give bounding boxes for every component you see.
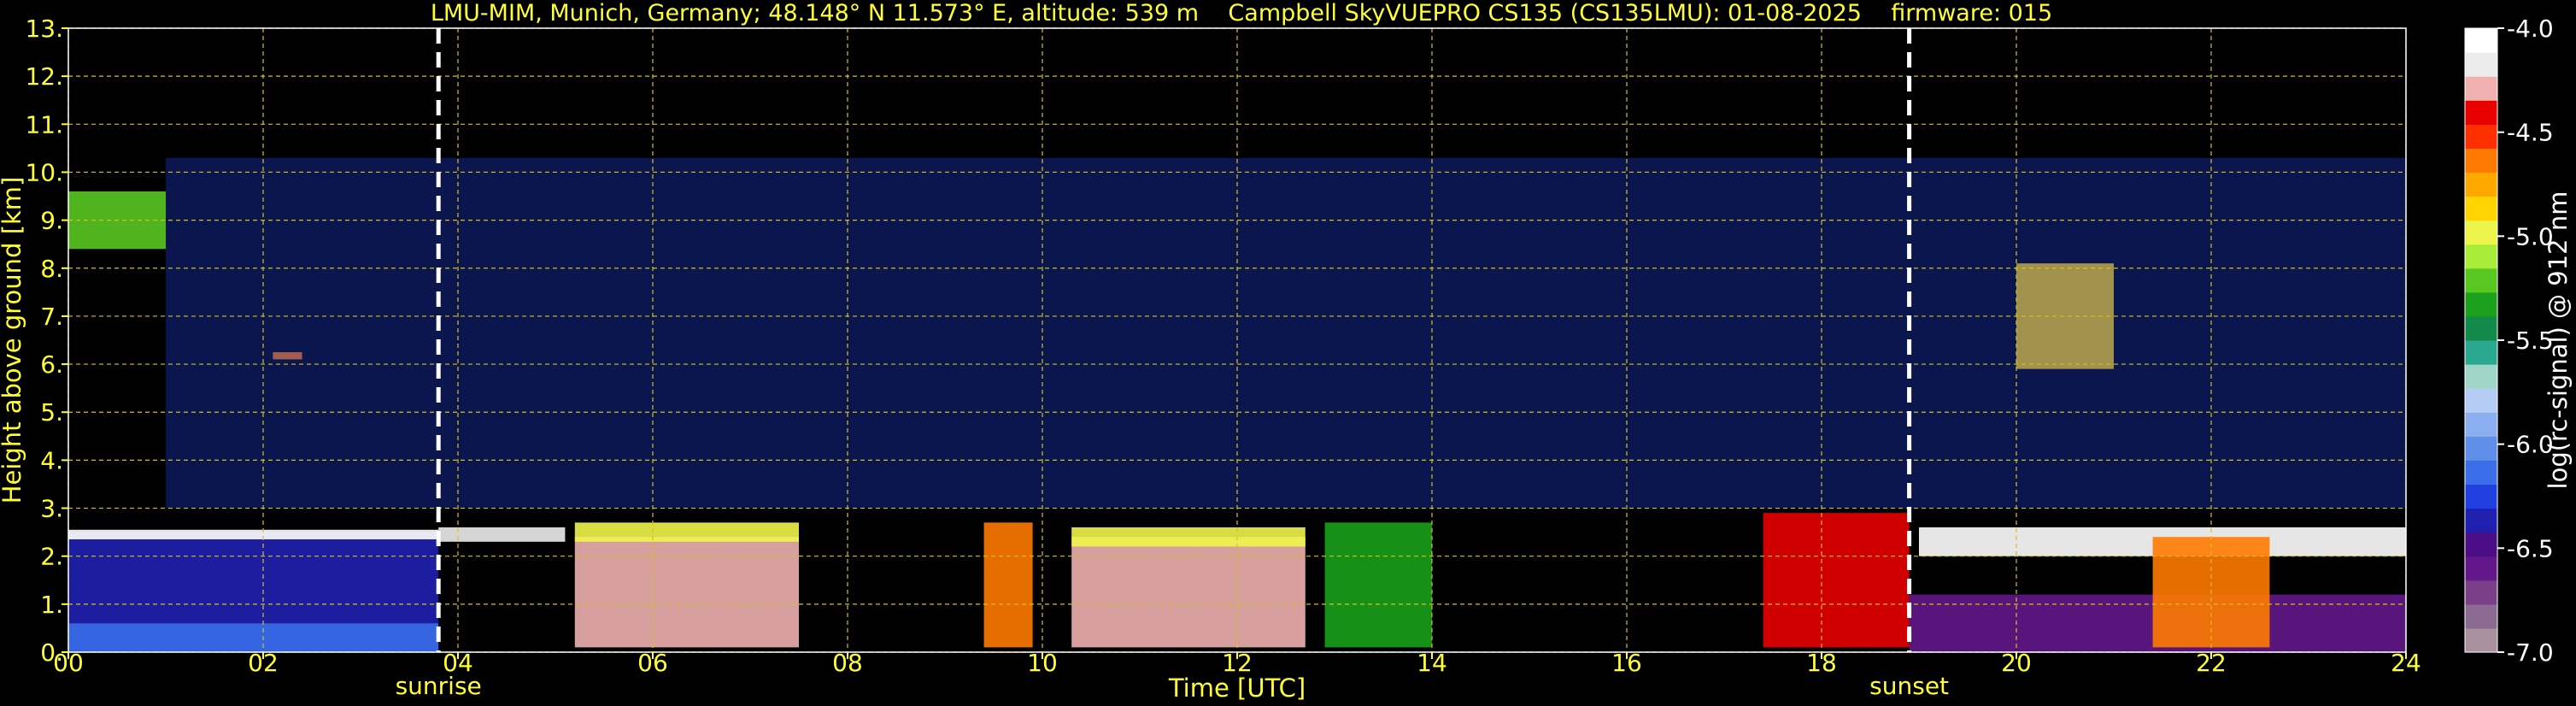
- colorbar-swatches: [2465, 28, 2497, 653]
- colorbar-swatch: [2465, 627, 2497, 653]
- x-tick-label: 08: [832, 649, 863, 677]
- backscatter-layer: [1763, 513, 1910, 648]
- colorbar-swatch: [2465, 315, 2497, 341]
- backscatter-layer: [1324, 522, 1432, 648]
- colorbar-swatch: [2465, 340, 2497, 365]
- y-tick-label: 1.: [40, 591, 63, 619]
- backscatter-layer: [68, 623, 439, 652]
- colorbar-tick-label: -6.5: [2507, 534, 2554, 562]
- x-tick-label: 24: [2391, 649, 2421, 677]
- colorbar-swatch: [2465, 100, 2497, 125]
- colorbar-swatch: [2465, 76, 2497, 101]
- y-tick-label: 3.: [40, 495, 63, 523]
- x-tick-label: 14: [1417, 649, 1447, 677]
- x-tick-label: 20: [2001, 649, 2032, 677]
- x-tick-label: 02: [248, 649, 279, 677]
- backscatter-layer: [983, 522, 1033, 648]
- sun-marker-label: sunrise: [396, 672, 482, 700]
- colorbar-swatch: [2465, 28, 2497, 53]
- colorbar-tick-label: -4.0: [2507, 15, 2554, 43]
- colorbar-swatch: [2465, 603, 2497, 629]
- colorbar-swatch: [2465, 148, 2497, 174]
- colorbar-swatch: [2465, 220, 2497, 245]
- y-tick-label: 13.: [25, 15, 63, 43]
- y-tick-label: 7.: [40, 303, 63, 331]
- colorbar-swatch: [2465, 52, 2497, 77]
- backscatter-layer: [166, 157, 2406, 509]
- colorbar-swatch: [2465, 172, 2497, 197]
- backscatter-layer: [574, 522, 799, 542]
- chart-title: LMU-MIM, Munich, Germany; 48.148° N 11.5…: [431, 0, 2052, 26]
- y-tick-label: 5.: [40, 398, 63, 427]
- colorbar-swatch: [2465, 196, 2497, 221]
- sun-marker-label: sunset: [1869, 672, 1949, 700]
- backscatter-layer: [1071, 537, 1306, 648]
- y-tick-label: 10.: [25, 158, 63, 186]
- y-tick-label: 2.: [40, 543, 63, 571]
- colorbar-swatch: [2465, 291, 2497, 317]
- colorbar-swatch: [2465, 508, 2497, 533]
- colorbar-swatch: [2465, 460, 2497, 485]
- y-axis-label: Height above ground [km]: [0, 177, 26, 504]
- ceilometer-backscatter-chart: LMU-MIM, Munich, Germany; 48.148° N 11.5…: [0, 0, 2576, 706]
- plot-area: [67, 27, 2407, 653]
- x-tick-label: 10: [1027, 649, 1058, 677]
- y-tick-label: 12.: [25, 62, 63, 91]
- backscatter-layer: [574, 537, 799, 648]
- colorbar-swatch: [2465, 484, 2497, 509]
- colorbar-swatch: [2465, 364, 2497, 389]
- colorbar-swatch: [2465, 436, 2497, 461]
- backscatter-layer: [1071, 527, 1306, 547]
- colorbar-swatch: [2465, 244, 2497, 269]
- x-axis-label: Time [UTC]: [1168, 674, 1306, 703]
- y-tick-label: 9.: [40, 207, 63, 235]
- x-tick-label: 18: [1806, 649, 1837, 677]
- x-tick-label: 16: [1611, 649, 1642, 677]
- colorbar-tick-label: -7.0: [2507, 638, 2554, 667]
- colorbar-label: log(rc-signal) @ 912 nm: [2544, 191, 2573, 490]
- colorbar-swatch: [2465, 556, 2497, 581]
- y-tick-label: 4.: [40, 446, 63, 474]
- colorbar-swatch: [2465, 388, 2497, 413]
- y-tick-label: 6.: [40, 350, 63, 379]
- colorbar-swatch: [2465, 580, 2497, 605]
- colorbar-swatch: [2465, 124, 2497, 149]
- x-tick-label: 06: [637, 649, 668, 677]
- colorbar-tick-label: -4.5: [2507, 119, 2554, 147]
- colorbar-swatch: [2465, 532, 2497, 557]
- y-tick-label: 0.: [40, 638, 63, 667]
- y-tick-label: 11.: [25, 110, 63, 138]
- x-tick-label: 22: [2196, 649, 2227, 677]
- colorbar-swatch: [2465, 412, 2497, 437]
- y-tick-label: 8.: [40, 255, 63, 283]
- colorbar-swatch: [2465, 268, 2497, 293]
- backscatter-layer: [68, 529, 439, 540]
